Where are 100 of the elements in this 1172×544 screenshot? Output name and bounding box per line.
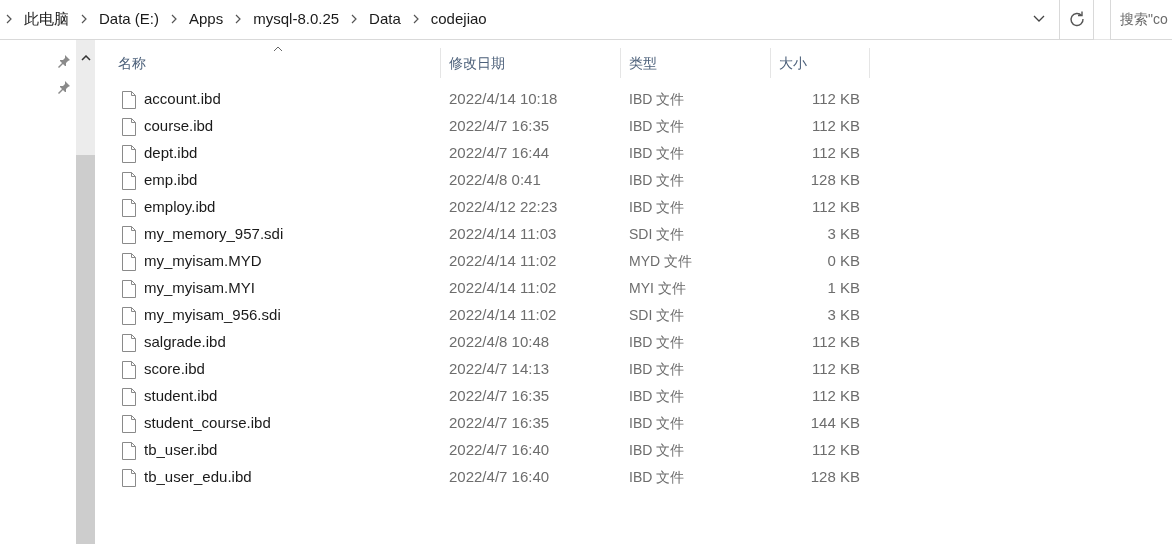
chevron-right-icon — [6, 14, 12, 24]
file-icon — [122, 252, 136, 271]
modified-date: 2022/4/14 11:02 — [448, 305, 558, 326]
file-icon — [122, 441, 136, 460]
file-name[interactable]: dept.ibd — [144, 142, 198, 165]
file-size: 112 KB — [810, 440, 861, 461]
file-size: 3 KB — [826, 224, 861, 245]
file-icon — [122, 468, 136, 487]
file-size: 144 KB — [809, 413, 861, 434]
modified-date: 2022/4/7 14:13 — [448, 359, 551, 380]
file-size: 112 KB — [810, 197, 861, 218]
file-icon — [122, 117, 136, 136]
file-type: MYD 文件 — [628, 252, 693, 271]
file-size: 112 KB — [810, 89, 861, 110]
chevron-right-icon — [171, 14, 177, 24]
file-name[interactable]: my_myisam.MYI — [144, 277, 255, 300]
file-type: IBD 文件 — [628, 360, 686, 379]
file-icon — [122, 360, 136, 379]
column-header[interactable]: 名称 — [110, 48, 440, 78]
search-field[interactable]: 搜索"co — [1110, 0, 1172, 40]
scrollbar-thumb[interactable] — [76, 155, 95, 544]
file-size: 0 KB — [826, 251, 861, 272]
file-name[interactable]: tb_user.ibd — [144, 439, 218, 462]
file-type: IBD 文件 — [628, 387, 686, 406]
file-size: 112 KB — [810, 332, 861, 353]
file-type: IBD 文件 — [628, 171, 686, 190]
breadcrumb-item[interactable]: Apps — [189, 7, 224, 31]
modified-date: 2022/4/7 16:35 — [448, 386, 551, 407]
modified-date: 2022/4/7 16:35 — [448, 116, 551, 137]
file-name[interactable]: employ.ibd — [144, 196, 216, 219]
file-name[interactable]: student.ibd — [144, 385, 218, 408]
file-name[interactable]: emp.ibd — [144, 169, 198, 192]
file-type: IBD 文件 — [628, 468, 686, 487]
dropdown-icon[interactable] — [1033, 15, 1045, 23]
pin-icon[interactable] — [57, 54, 71, 68]
file-icon — [122, 414, 136, 433]
chevron-right-icon — [235, 14, 242, 24]
modified-date: 2022/4/8 0:41 — [448, 170, 542, 191]
file-size: 112 KB — [810, 386, 861, 407]
breadcrumb-item[interactable]: Data — [369, 7, 401, 31]
file-type: MYI 文件 — [628, 279, 687, 298]
breadcrumb-item[interactable]: 此电脑 — [24, 7, 69, 31]
file-size: 112 KB — [810, 116, 861, 137]
file-type: IBD 文件 — [628, 441, 686, 460]
breadcrumb-item[interactable]: Data (E:) — [99, 7, 159, 31]
file-name[interactable]: course.ibd — [144, 115, 214, 138]
file-size: 128 KB — [809, 467, 861, 488]
modified-date: 2022/4/7 16:35 — [448, 413, 551, 434]
modified-date: 2022/4/8 10:48 — [448, 332, 551, 353]
file-size: 128 KB — [809, 170, 861, 191]
file-name[interactable]: my_myisam_956.sdi — [144, 304, 281, 327]
file-type: IBD 文件 — [628, 333, 686, 352]
scrollbar[interactable] — [76, 40, 95, 544]
file-icon — [122, 144, 136, 163]
modified-date: 2022/4/7 16:44 — [448, 143, 551, 164]
file-type: IBD 文件 — [628, 414, 686, 433]
breadcrumb-item[interactable]: codejiao — [430, 7, 487, 31]
column-header[interactable]: 修改日期 — [440, 48, 620, 78]
file-name[interactable]: my_myisam.MYD — [144, 250, 262, 273]
file-name[interactable]: score.ibd — [144, 358, 205, 381]
scroll-up-icon[interactable] — [80, 55, 91, 61]
chevron-right-icon — [81, 14, 87, 24]
refresh-icon — [1068, 11, 1085, 27]
file-icon — [122, 225, 136, 244]
sort-ascending-icon[interactable] — [273, 46, 283, 52]
chevron-right-icon — [351, 14, 358, 24]
modified-date: 2022/4/7 16:40 — [448, 467, 551, 488]
file-size: 112 KB — [810, 143, 861, 164]
file-size: 1 KB — [826, 278, 861, 299]
file-name[interactable]: account.ibd — [144, 88, 221, 111]
file-type: IBD 文件 — [628, 117, 686, 136]
modified-date: 2022/4/14 11:02 — [448, 278, 558, 299]
file-icon — [122, 387, 136, 406]
file-icon — [122, 279, 136, 298]
file-icon — [122, 198, 136, 217]
file-icon — [122, 171, 136, 190]
address-bar[interactable]: 此电脑 Data (E:) Apps mysql-8.0.25 Data codejiao — [0, 0, 1094, 40]
file-type: SDI 文件 — [628, 225, 686, 244]
modified-date: 2022/4/14 11:02 — [448, 251, 558, 272]
modified-date: 2022/4/7 16:40 — [448, 440, 551, 461]
breadcrumb-item[interactable]: mysql-8.0.25 — [253, 7, 340, 31]
file-icon — [122, 306, 136, 325]
column-header[interactable]: 类型 — [620, 48, 770, 78]
modified-date: 2022/4/14 10:18 — [448, 89, 559, 110]
chevron-right-icon — [412, 14, 419, 24]
file-name[interactable]: salgrade.ibd — [144, 331, 226, 354]
file-size: 3 KB — [826, 305, 861, 326]
file-name[interactable]: my_memory_957.sdi — [144, 223, 284, 246]
file-size: 112 KB — [810, 359, 861, 380]
file-icon — [122, 333, 136, 352]
pin-icon[interactable] — [57, 80, 71, 94]
modified-date: 2022/4/14 11:03 — [448, 224, 558, 245]
file-name[interactable]: student_course.ibd — [144, 412, 271, 435]
file-name[interactable]: tb_user_edu.ibd — [144, 466, 252, 489]
column-header[interactable]: 大小 — [770, 48, 870, 78]
file-type: IBD 文件 — [628, 144, 686, 163]
file-icon — [122, 90, 136, 109]
file-type: IBD 文件 — [628, 90, 686, 109]
file-type: SDI 文件 — [628, 306, 686, 325]
modified-date: 2022/4/12 22:23 — [448, 197, 559, 218]
